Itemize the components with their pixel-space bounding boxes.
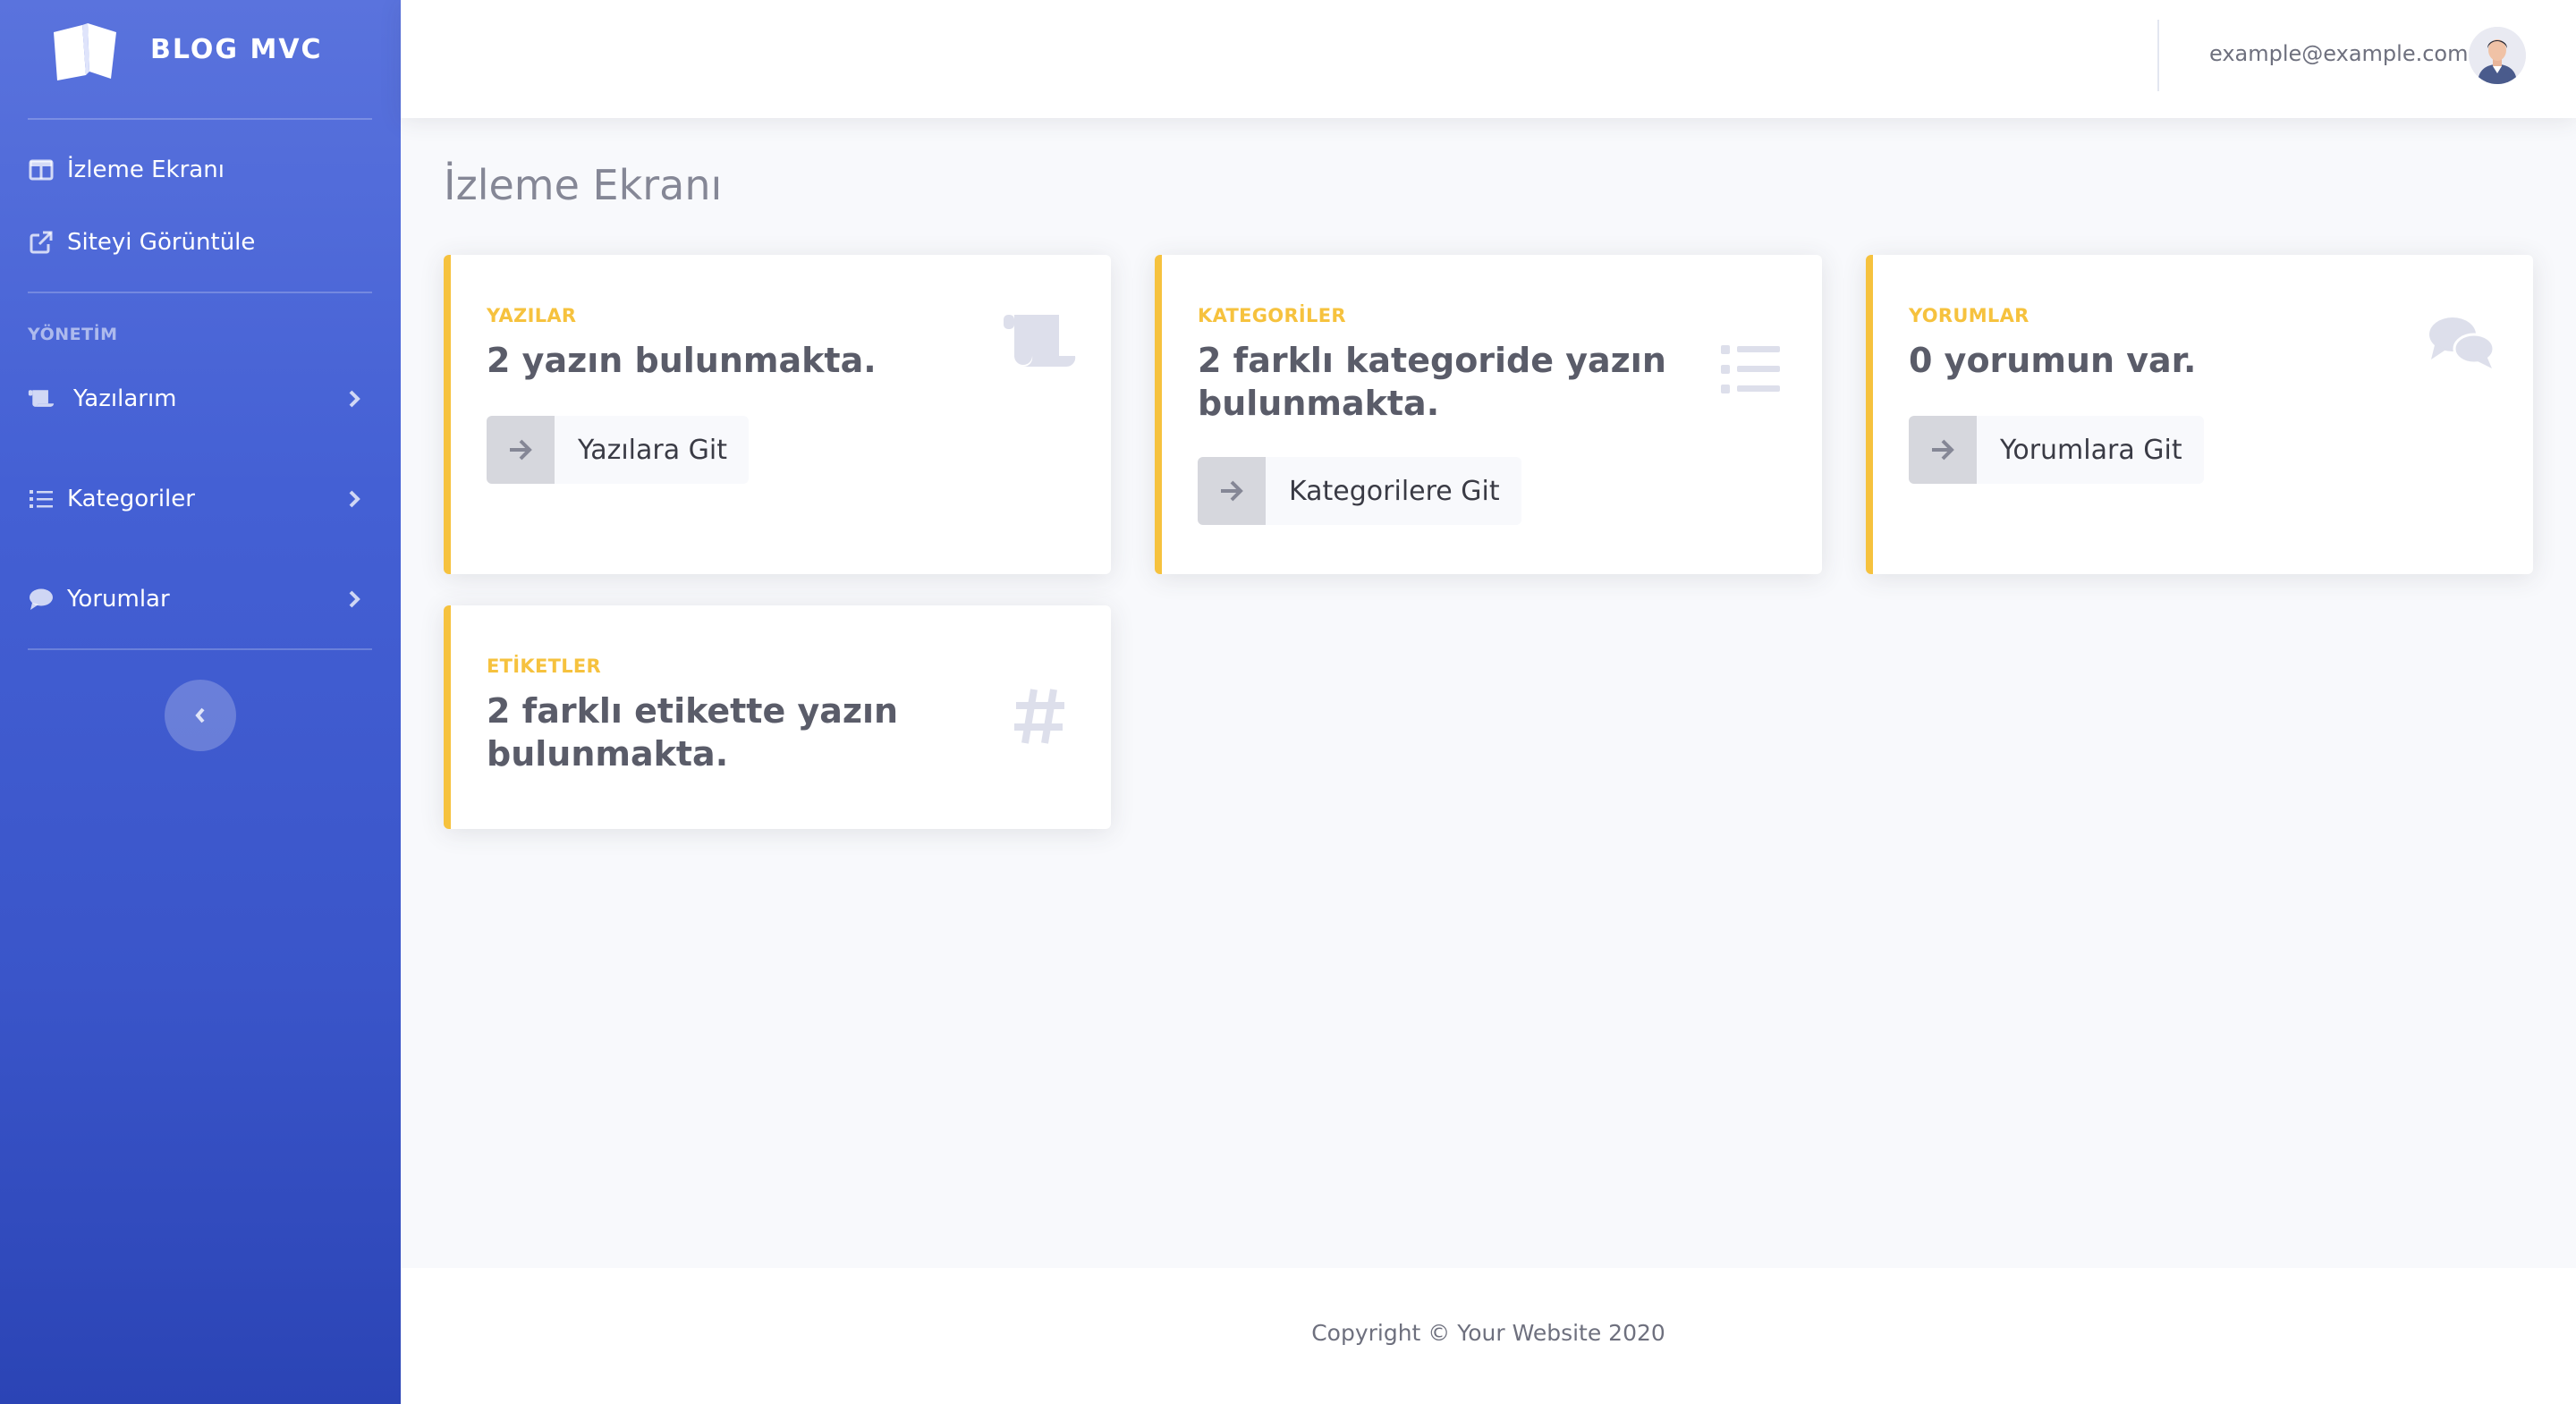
sidebar-section-heading: YÖNETİM [28,325,118,344]
sidebar-item-comments[interactable]: Yorumlar [0,568,401,630]
brand[interactable]: BLOG MVC [0,0,401,118]
card-text: 2 yazın bulunmakta. [487,341,877,380]
sidebar-divider [28,648,372,650]
arrow-right-icon [487,416,555,484]
card-label: YAZILAR [487,305,577,326]
columns-icon [28,156,55,183]
sidebar-divider [28,292,372,293]
sidebar-item-label: Siteyi Görüntüle [67,229,256,256]
sidebar-item-label: Yorumlar [67,586,170,613]
footer: Copyright © Your Website 2020 [401,1268,2576,1404]
comment-icon [28,586,55,613]
sidebar-item-categories[interactable]: Kategoriler [0,468,401,530]
topbar: example@example.com [401,0,2576,118]
user-email[interactable]: example@example.com [2209,41,2469,66]
button-label: Yazılara Git [578,434,727,466]
go-to-comments-button[interactable]: Yorumlara Git [1909,416,2204,484]
user-avatar-icon [2469,27,2526,84]
book-open-icon [54,23,116,80]
card-comments: YORUMLAR 0 yorumun var. Yorumlara Git [1866,255,2533,574]
chevron-left-icon [195,707,205,723]
button-label: Kategorilere Git [1289,475,1500,507]
card-text: 2 farklı kategoride yazın bulunmakta. [1198,341,1666,423]
avatar[interactable] [2469,27,2526,84]
scroll-icon [28,385,55,412]
sidebar-item-view-site[interactable]: Siteyi Görüntüle [0,211,401,274]
card-tags: ETİKETLER 2 farklı etikette yazın bulunm… [444,605,1111,829]
sidebar-item-label: Yazılarım [73,385,177,412]
card-label: ETİKETLER [487,655,602,677]
go-to-categories-button[interactable]: Kategorilere Git [1198,457,1521,525]
sidebar-divider [28,118,372,120]
button-label: Yorumlara Git [2000,434,2182,466]
external-link-icon [28,229,55,256]
copyright-text: Copyright © Your Website 2020 [1311,1320,1665,1346]
card-categories: KATEGORİLER 2 farklı kategoride yazın bu… [1155,255,1822,574]
arrow-right-icon [1198,457,1266,525]
card-text: 2 farklı etikette yazın bulunmakta. [487,691,899,774]
card-posts: YAZILAR 2 yazın bulunmakta. Yazılara Git [444,255,1111,574]
sidebar-toggle-button[interactable] [165,680,236,751]
sidebar-item-label: Kategoriler [67,486,195,512]
list-icon [1713,335,1788,403]
sidebar-item-dashboard[interactable]: İzleme Ekranı [0,139,401,201]
card-label: KATEGORİLER [1198,305,1346,326]
chevron-right-icon [345,388,363,410]
go-to-posts-button[interactable]: Yazılara Git [487,416,749,484]
card-text: 0 yorumun var. [1909,341,2197,380]
page-title: İzleme Ekranı [444,161,723,209]
chevron-right-icon [345,588,363,610]
hashtag-icon [1002,682,1077,750]
sidebar-item-label: İzleme Ekranı [67,156,225,183]
brand-name: BLOG MVC [150,34,323,65]
list-icon [28,486,55,512]
chevron-right-icon [345,488,363,510]
sidebar: BLOG MVC İzleme Ekranı Siteyi Görüntüle … [0,0,401,1404]
sidebar-item-posts[interactable]: Yazılarım [0,368,401,430]
card-label: YORUMLAR [1909,305,2029,326]
comments-icon [2424,309,2499,376]
arrow-right-icon [1909,416,1977,484]
scroll-icon [1002,309,1077,376]
topbar-divider [2157,20,2159,91]
